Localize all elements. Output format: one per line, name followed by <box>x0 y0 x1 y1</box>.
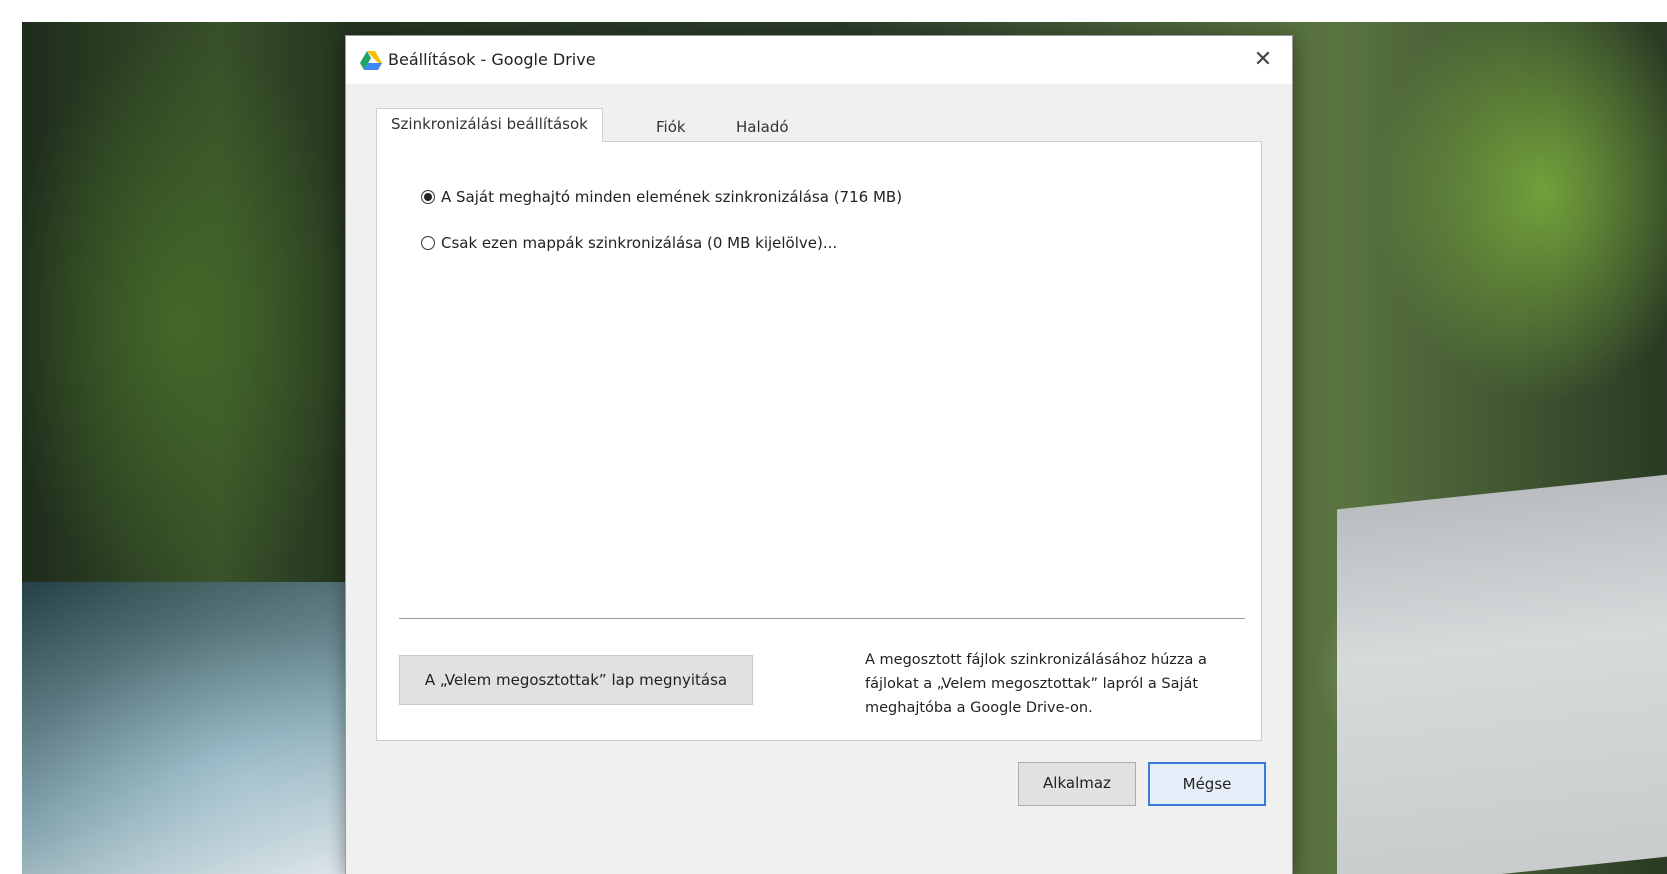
sync-folders-option[interactable]: Csak ezen mappák szinkronizálása (0 MB k… <box>421 234 837 252</box>
separator <box>399 618 1245 619</box>
apply-button[interactable]: Alkalmaz <box>1018 762 1136 806</box>
open-shared-with-me-button[interactable]: A „Velem megosztottak” lap megnyitása <box>399 655 753 705</box>
settings-dialog: Beállítások - Google Drive ✕ Szinkronizá… <box>346 36 1292 874</box>
close-button[interactable]: ✕ <box>1248 46 1278 74</box>
sync-all-label: A Saját meghajtó minden elemének szinkro… <box>441 188 903 206</box>
google-drive-icon <box>360 51 382 70</box>
sync-settings-panel: A Saját meghajtó minden elemének szinkro… <box>376 141 1262 741</box>
sync-folders-label: Csak ezen mappák szinkronizálása (0 MB k… <box>441 234 838 252</box>
tab-sync-settings[interactable]: Szinkronizálási beállítások <box>376 108 603 142</box>
wallpaper-water <box>22 582 352 874</box>
sync-all-option[interactable]: A Saját meghajtó minden elemének szinkro… <box>421 188 902 206</box>
cancel-button[interactable]: Mégse <box>1148 762 1266 806</box>
window-title: Beállítások - Google Drive <box>388 50 596 69</box>
radio-selected[interactable] <box>421 190 435 204</box>
radio-unselected[interactable] <box>421 236 435 250</box>
wallpaper-road <box>1337 474 1667 874</box>
tab-advanced[interactable]: Haladó <box>722 112 803 144</box>
shared-hint-text: A megosztott fájlok szinkronizálásához h… <box>865 652 1207 716</box>
title-bar: Beállítások - Google Drive ✕ <box>346 36 1292 84</box>
close-icon: ✕ <box>1253 47 1273 72</box>
tab-account[interactable]: Fiók <box>642 112 700 144</box>
